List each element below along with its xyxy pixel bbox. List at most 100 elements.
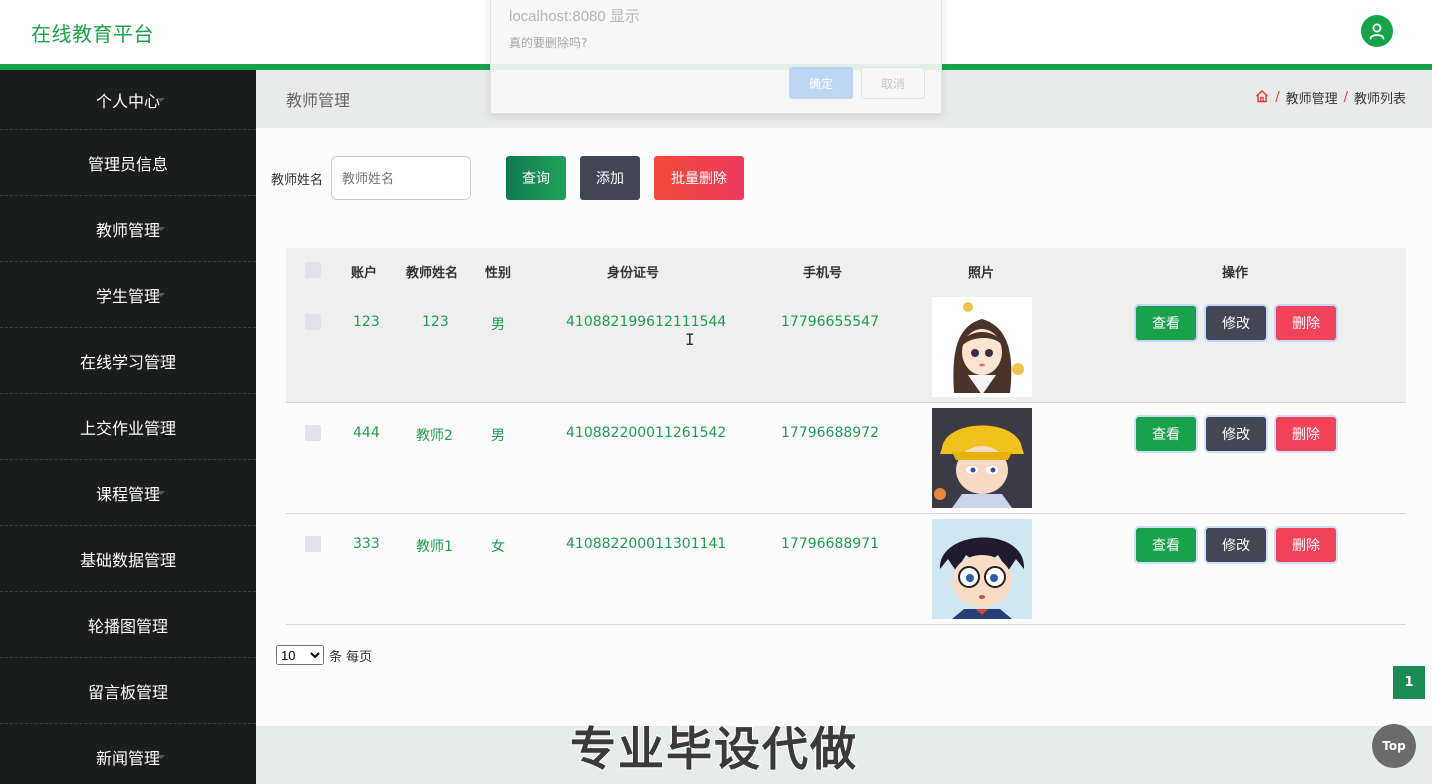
cell-account: 444 xyxy=(353,425,380,441)
delete-button[interactable]: 删除 xyxy=(1276,306,1336,340)
select-all-checkbox[interactable] xyxy=(305,262,321,278)
chevron-down-icon xyxy=(157,424,165,429)
dialog-message: 真的要删除吗? xyxy=(509,36,588,50)
sidebar-item-label: 个人中心 xyxy=(95,91,160,111)
text-cursor-icon: I xyxy=(685,330,695,349)
header-account: 账户 xyxy=(351,266,378,281)
sidebar-item-online-learning[interactable]: 在线学习管理 xyxy=(0,328,256,394)
view-button[interactable]: 查看 xyxy=(1136,417,1196,451)
sidebar-item-teacher-management[interactable]: 教师管理 xyxy=(0,196,256,262)
sidebar-item-message-board[interactable]: 留言板管理 xyxy=(0,658,256,724)
query-button[interactable]: 查询 xyxy=(506,156,566,200)
delete-button[interactable]: 删除 xyxy=(1276,528,1336,562)
sidebar-item-label: 教师管理 xyxy=(95,220,160,240)
cell-account: 333 xyxy=(353,536,380,552)
header-gender: 性别 xyxy=(485,266,512,281)
cell-id-card: 410882200011301141 xyxy=(566,536,727,552)
sidebar-item-student-management[interactable]: 学生管理 xyxy=(0,262,256,328)
chevron-down-icon xyxy=(157,754,165,759)
batch-delete-button[interactable]: 批量删除 xyxy=(654,156,744,200)
chevron-down-icon xyxy=(157,97,165,102)
pagination: 10 条 每页 xyxy=(276,645,372,665)
header-name: 教师姓名 xyxy=(406,266,459,281)
chevron-down-icon xyxy=(157,556,165,561)
dialog-title: localhost:8080 显示 xyxy=(509,8,640,25)
table-row: 333 教师1 女 410882200011301141 17796688971… xyxy=(286,514,1406,625)
cell-name: 教师1 xyxy=(416,539,453,555)
breadcrumb: / 教师管理 / 教师列表 xyxy=(1255,88,1406,107)
sidebar-item-course[interactable]: 课程管理 xyxy=(0,460,256,526)
header-photo: 照片 xyxy=(968,266,995,281)
table-row: 444 教师2 男 410882200011261542 17796688972… xyxy=(286,403,1406,514)
edit-button[interactable]: 修改 xyxy=(1206,417,1266,451)
cell-phone: 17796688972 xyxy=(781,425,879,441)
sidebar-item-label: 留言板管理 xyxy=(87,682,168,702)
back-to-top-button[interactable]: Top xyxy=(1372,724,1416,768)
cell-id-card: 410882199612111544 xyxy=(566,314,727,330)
teacher-table: 账户 教师姓名 性别 身份证号 手机号 照片 操作 123 123 男 4108… xyxy=(286,248,1406,625)
page-title: 教师管理 xyxy=(286,91,351,110)
table-header: 账户 教师姓名 性别 身份证号 手机号 照片 操作 xyxy=(286,248,1406,292)
chevron-down-icon xyxy=(157,490,165,495)
table-row: 123 123 男 410882199612111544 17796655547… xyxy=(286,292,1406,403)
chevron-down-icon xyxy=(157,358,165,363)
chevron-down-icon xyxy=(157,160,165,165)
edit-button[interactable]: 修改 xyxy=(1206,528,1266,562)
header-phone: 手机号 xyxy=(803,266,843,281)
sidebar-item-news[interactable]: 新闻管理 xyxy=(0,724,256,784)
cell-name: 123 xyxy=(422,314,449,330)
watermark-text: 专业毕设代做 xyxy=(569,721,858,777)
cell-gender: 男 xyxy=(491,317,505,333)
sidebar-item-admin-info[interactable]: 管理员信息 xyxy=(0,130,256,196)
row-checkbox[interactable] xyxy=(305,425,321,441)
chevron-down-icon xyxy=(157,688,165,693)
add-button[interactable]: 添加 xyxy=(580,156,640,200)
sidebar-item-label: 课程管理 xyxy=(95,484,160,504)
edit-button[interactable]: 修改 xyxy=(1206,306,1266,340)
page-number-button[interactable]: 1 xyxy=(1393,666,1425,699)
per-page-label: 条 每页 xyxy=(329,649,373,665)
sidebar-item-homework[interactable]: 上交作业管理 xyxy=(0,394,256,460)
dialog-ok-button[interactable]: 确定 xyxy=(789,67,853,99)
brand-title[interactable]: 在线教育平台 xyxy=(31,18,154,47)
search-label: 教师姓名 xyxy=(271,173,324,188)
sidebar-item-basic-data[interactable]: 基础数据管理 xyxy=(0,526,256,592)
breadcrumb-item: 教师列表 xyxy=(1353,92,1406,107)
cell-name: 教师2 xyxy=(416,428,453,444)
teacher-photo[interactable] xyxy=(932,408,1032,508)
breadcrumb-separator: / xyxy=(1343,90,1348,105)
header-ops: 操作 xyxy=(1222,266,1249,281)
sidebar-item-label: 新闻管理 xyxy=(95,748,160,768)
home-icon[interactable] xyxy=(1255,89,1269,107)
teacher-photo[interactable] xyxy=(932,519,1032,619)
sidebar: 个人中心 管理员信息 教师管理 学生管理 在线学习管理 上交作业管理 课程管理 … xyxy=(0,70,256,784)
sidebar-item-label: 管理员信息 xyxy=(87,154,168,174)
teacher-photo[interactable] xyxy=(932,297,1032,397)
sidebar-item-carousel[interactable]: 轮播图管理 xyxy=(0,592,256,658)
search-input[interactable] xyxy=(331,156,471,200)
chevron-down-icon xyxy=(157,292,165,297)
row-checkbox[interactable] xyxy=(305,314,321,330)
chevron-down-icon xyxy=(157,226,165,231)
user-icon[interactable] xyxy=(1361,15,1393,47)
cell-phone: 17796655547 xyxy=(781,314,879,330)
cell-account: 123 xyxy=(353,314,380,330)
cell-phone: 17796688971 xyxy=(781,536,879,552)
cell-gender: 女 xyxy=(491,539,505,555)
dialog-cancel-button[interactable]: 取消 xyxy=(861,67,925,99)
chevron-down-icon xyxy=(157,622,165,627)
cell-id-card: 410882200011261542 xyxy=(566,425,727,441)
view-button[interactable]: 查看 xyxy=(1136,528,1196,562)
view-button[interactable]: 查看 xyxy=(1136,306,1196,340)
breadcrumb-separator: / xyxy=(1275,90,1280,105)
sidebar-item-label: 学生管理 xyxy=(95,286,160,306)
sidebar-item-personal-center[interactable]: 个人中心 xyxy=(0,70,256,130)
delete-button[interactable]: 删除 xyxy=(1276,417,1336,451)
cell-gender: 男 xyxy=(491,428,505,444)
sidebar-item-label: 轮播图管理 xyxy=(87,616,168,636)
row-checkbox[interactable] xyxy=(305,536,321,552)
breadcrumb-item[interactable]: 教师管理 xyxy=(1286,88,1338,107)
confirm-dialog: localhost:8080 显示 真的要删除吗? 确定 取消 xyxy=(490,0,942,114)
header-id-card: 身份证号 xyxy=(607,266,660,281)
page-size-select[interactable]: 10 xyxy=(276,645,324,665)
